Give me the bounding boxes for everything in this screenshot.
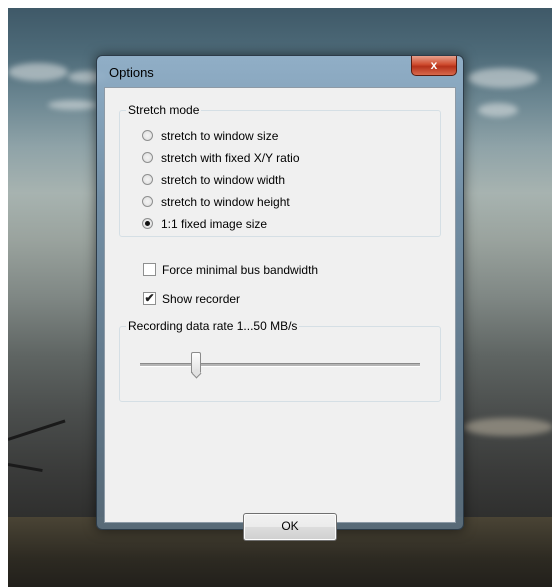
stretch-mode-label: Stretch mode xyxy=(126,103,202,117)
radio-button[interactable] xyxy=(142,130,153,141)
radio-button[interactable] xyxy=(142,152,153,163)
dialog-client-area: Stretch mode stretch to window size stre… xyxy=(104,87,456,541)
checkbox-label: Show recorder xyxy=(162,292,241,306)
ok-button[interactable]: OK xyxy=(243,513,337,541)
recording-rate-group: Recording data rate 1...50 MB/s xyxy=(119,319,441,402)
stretch-mode-group: Stretch mode stretch to window size stre… xyxy=(119,103,441,237)
radio-label: 1:1 fixed image size xyxy=(161,217,268,231)
force-bandwidth-checkbox[interactable] xyxy=(143,263,156,276)
checkbox-label: Force minimal bus bandwidth xyxy=(162,263,319,277)
radio-label: stretch to window size xyxy=(161,129,279,143)
close-button[interactable]: x xyxy=(411,56,457,76)
recording-rate-slider-track[interactable] xyxy=(140,363,420,367)
radio-button[interactable] xyxy=(142,196,153,207)
show-recorder-checkbox[interactable]: ✔ xyxy=(143,292,156,305)
radio-button-selected[interactable] xyxy=(142,218,153,229)
radio-button[interactable] xyxy=(142,174,153,185)
dialog-title: Options xyxy=(109,65,154,80)
radio-label: stretch to window width xyxy=(161,173,286,187)
close-icon: x xyxy=(430,58,438,72)
title-bar[interactable]: Options x xyxy=(97,56,463,86)
options-dialog: Options x Stretch mode stretch to window… xyxy=(96,55,464,541)
radio-label: stretch to window height xyxy=(161,195,290,209)
radio-label: stretch with fixed X/Y ratio xyxy=(161,151,300,165)
recording-rate-label: Recording data rate 1...50 MB/s xyxy=(126,319,300,333)
recording-rate-slider-thumb[interactable] xyxy=(191,352,201,373)
